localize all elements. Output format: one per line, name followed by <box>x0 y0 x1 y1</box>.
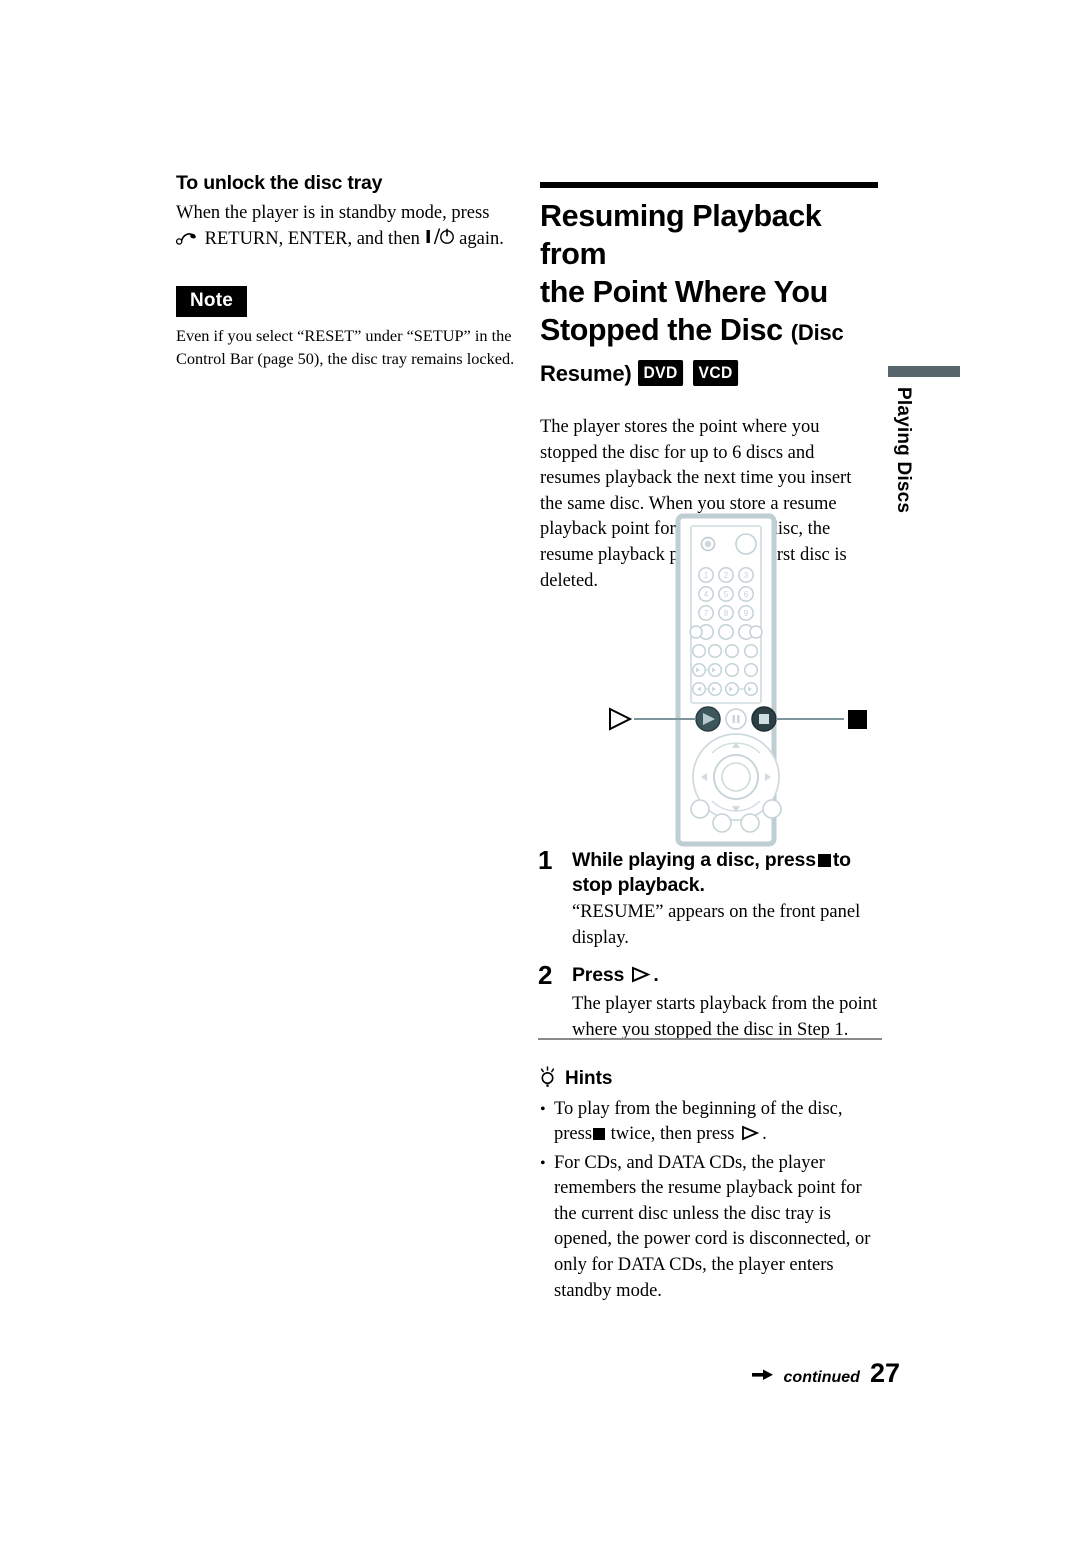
step-1-number: 1 <box>538 845 553 875</box>
hint-item-2: For CDs, and DATA CDs, the player rememb… <box>538 1151 882 1305</box>
step-1-description: “RESUME” appears on the front panel disp… <box>572 902 861 948</box>
hints-list: To play from the beginning of the disc, … <box>538 1097 882 1305</box>
svg-text:2: 2 <box>724 571 729 580</box>
hints-header: Hints <box>538 1065 882 1093</box>
lightbulb-icon <box>538 1065 557 1093</box>
side-tab-playing-discs: Playing Discs <box>888 366 962 513</box>
page-number: 27 <box>869 1358 900 1388</box>
badge-dvd: DVD <box>637 360 683 386</box>
svg-text:4: 4 <box>704 590 709 599</box>
play-triangle-icon <box>741 1124 760 1150</box>
manual-page: To unlock the disc tray When the player … <box>0 0 1080 1543</box>
unlock-text-part1: When the player is in standby mode, pres… <box>176 203 490 223</box>
return-enter-text: RETURN, ENTER, and then <box>204 228 420 249</box>
remote-control-illustration: 123 456 789 0 <box>596 512 896 848</box>
stop-square-icon <box>593 1128 606 1141</box>
step-2-description: The player starts playback from the poin… <box>572 994 878 1040</box>
step-1-title-before: While playing a disc, press <box>572 849 816 871</box>
hint-1-text-middle: twice, then press <box>610 1124 735 1145</box>
footer-continued-label: continued <box>783 1369 860 1386</box>
stop-square-icon <box>817 854 831 867</box>
page-title: Resuming Playback from the Point Where Y… <box>540 197 878 393</box>
page-footer: continued 27 <box>700 1358 900 1389</box>
left-column: To unlock the disc tray When the player … <box>175 172 520 370</box>
hint-1-text-after: . <box>762 1124 767 1145</box>
note-badge: Note <box>176 286 248 318</box>
svg-text:8: 8 <box>724 609 729 618</box>
side-tab-bar <box>888 366 960 377</box>
subheading-unlock-disc-tray: To unlock the disc tray <box>176 172 383 194</box>
step-1-title: While playing a disc, press to stop playb… <box>572 848 882 898</box>
svg-text:3: 3 <box>744 571 749 580</box>
heading-suffix-open: (Disc <box>790 320 844 345</box>
return-arrow-icon <box>175 231 205 251</box>
svg-text:9: 9 <box>744 609 749 618</box>
svg-text:6: 6 <box>744 590 749 599</box>
hints-divider <box>538 1038 882 1040</box>
heading-line-3: Stopped the Disc <box>540 313 783 347</box>
step-2-number: 2 <box>538 960 553 991</box>
hints-title: Hints <box>565 1068 613 1089</box>
step-2-title-before: Press <box>572 964 625 987</box>
hints-section: Hints To play from the beginning of the … <box>538 1038 882 1305</box>
svg-text:1: 1 <box>704 571 709 580</box>
svg-text:7: 7 <box>704 609 709 618</box>
play-triangle-icon <box>631 965 651 990</box>
step-2-title: Press . <box>572 963 882 990</box>
heading-suffix-close: Resume) <box>540 361 632 386</box>
step-2: 2 Press . The player starts playback fro… <box>538 960 882 1043</box>
step-2-title-after: . <box>653 964 659 987</box>
power-suffix-text: again. <box>459 228 504 249</box>
hint-item-1: To play from the beginning of the disc, … <box>538 1097 882 1150</box>
note-text: Even if you select “RESET” under “SETUP”… <box>176 326 515 368</box>
power-standby-icon <box>425 227 460 251</box>
heading-line-2: the Point Where You <box>540 275 828 309</box>
heading-rule <box>540 182 878 188</box>
heading-line-1: Resuming Playback from <box>540 199 822 271</box>
step-1: 1 While playing a disc, press to stop pla… <box>538 845 882 951</box>
side-tab-label: Playing Discs <box>893 387 914 514</box>
steps-list: 1 While playing a disc, press to stop pla… <box>538 845 882 1049</box>
svg-text:5: 5 <box>724 590 729 599</box>
badge-vcd: VCD <box>692 360 738 386</box>
unlock-instruction-paragraph: When the player is in standby mode, pres… <box>175 201 520 254</box>
right-arrow-icon <box>751 1368 774 1387</box>
